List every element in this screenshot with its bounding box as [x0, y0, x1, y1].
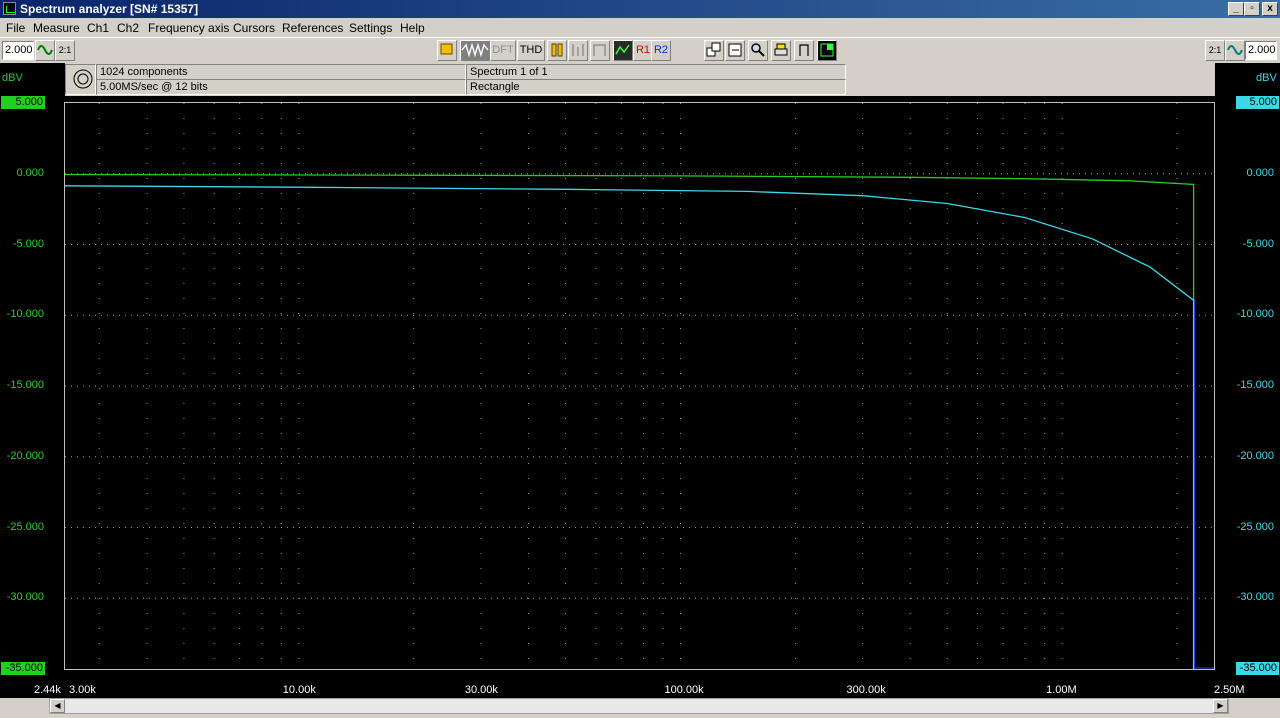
y-tick-right: 5.000 [1236, 96, 1279, 109]
scope-icon [615, 44, 630, 55]
sine-wave-icon [1227, 45, 1243, 55]
export-button[interactable] [725, 40, 745, 61]
x-tick-label: 2.44k [34, 684, 61, 696]
y-tick-right: -20.000 [1236, 449, 1274, 462]
y-tick-right: -15.000 [1236, 379, 1274, 391]
x-tick-label: 10.00k [282, 684, 316, 696]
close-button[interactable]: x [1262, 2, 1278, 16]
sample-rate-label: 5.00MS/sec @ 12 bits [96, 79, 466, 95]
right-unit-label: dBV [1256, 72, 1277, 84]
x-tick-label: 30.00k [464, 684, 498, 696]
x-axis-panel [0, 676, 1280, 698]
copy-icon [706, 42, 721, 57]
title-bar: Spectrum analyzer [SN# 15357] _ ▫ x [0, 0, 1280, 18]
waveform-icon [461, 42, 489, 58]
y-tick-left: -35.000 [1, 662, 45, 675]
copy-button[interactable] [704, 40, 724, 61]
single-button[interactable] [568, 40, 588, 61]
y-tick-right: -25.000 [1236, 520, 1274, 533]
x-tick-label: 2.50M [1214, 684, 1245, 696]
dft-button[interactable]: DFT [490, 40, 516, 61]
instrument-icon [820, 43, 834, 57]
y-tick-right: -30.000 [1236, 591, 1274, 604]
x-tick-label: 100.00k [664, 684, 704, 696]
magnifier-icon [751, 43, 765, 57]
left-axis-panel [0, 63, 65, 673]
spectrum-index-label: Spectrum 1 of 1 [466, 64, 846, 80]
trigger-button[interactable] [590, 40, 610, 61]
x-tick-label: 1.00M [1046, 684, 1077, 696]
y-tick-right: 0.000 [1246, 166, 1274, 179]
series-line-1 [64, 173, 1195, 669]
bottom-border [0, 714, 1280, 718]
y-tick-right: -10.000 [1236, 308, 1274, 321]
ch1-ratio-button[interactable]: 2:1 [55, 40, 75, 61]
single-shot-icon [572, 44, 584, 56]
components-label: 1024 components [96, 64, 466, 80]
reference-2-button[interactable]: R2 [651, 40, 671, 61]
ch2-scale-value[interactable]: 2.000 [1245, 41, 1277, 60]
auto-icon [440, 43, 453, 55]
scope-button[interactable] [613, 40, 633, 61]
target-icon [73, 69, 93, 89]
left-unit-label: dBV [2, 72, 23, 84]
menu-bar: File Measure Ch1 Ch2 Frequency axis Curs… [0, 18, 1280, 38]
scroll-left-arrow-icon[interactable]: ◀ [50, 699, 65, 713]
thd-button[interactable]: THD [517, 40, 545, 61]
y-tick-left: -20.000 [6, 449, 44, 462]
menu-ch1[interactable]: Ch1 [87, 21, 109, 35]
menu-help[interactable]: Help [400, 21, 425, 35]
autoset-button[interactable] [437, 40, 457, 61]
pause-button[interactable] [547, 40, 567, 61]
trigger-icon [593, 44, 606, 56]
record-button[interactable] [65, 64, 96, 95]
minimize-button[interactable]: _ [1228, 2, 1244, 16]
ch2-coupling-button[interactable] [1225, 40, 1245, 61]
reference-1-button[interactable]: R1 [633, 40, 653, 61]
info-bar: 1024 components 5.00MS/sec @ 12 bits Spe… [65, 63, 1215, 96]
peak-icon [799, 44, 809, 56]
y-tick-left: -10.000 [6, 308, 44, 321]
menu-references[interactable]: References [282, 21, 343, 35]
export-icon [728, 43, 742, 57]
menu-settings[interactable]: Settings [349, 21, 392, 35]
zoom-button[interactable] [748, 40, 768, 61]
y-tick-left: 0.000 [16, 166, 44, 179]
ch1-coupling-button[interactable] [35, 40, 55, 61]
menu-frequency-axis[interactable]: Frequency axis [148, 21, 229, 35]
print-button[interactable] [771, 40, 791, 61]
scroll-right-arrow-icon[interactable]: ▶ [1213, 699, 1228, 713]
menu-measure[interactable]: Measure [33, 21, 80, 35]
horizontal-scrollbar[interactable]: ◀ ▶ [49, 698, 1229, 714]
sine-wave-icon [37, 45, 53, 55]
window-type-label: Rectangle [466, 79, 846, 95]
toolbar: 2.000 2:1 DFT THD R1 R2 2:1 2.000 [0, 38, 1280, 63]
ch2-ratio-button[interactable]: 2:1 [1205, 40, 1225, 61]
y-tick-left: -5.000 [12, 237, 44, 250]
signal-button[interactable] [460, 40, 490, 61]
menu-cursors[interactable]: Cursors [233, 21, 275, 35]
app-icon [3, 2, 16, 15]
instrument-button[interactable] [817, 40, 837, 61]
y-tick-right: -5.000 [1242, 237, 1274, 250]
menu-ch2[interactable]: Ch2 [117, 21, 139, 35]
y-tick-right: -35.000 [1236, 662, 1279, 675]
peak-button[interactable] [794, 40, 814, 61]
spectrum-chart [64, 103, 1214, 669]
window-title: Spectrum analyzer [SN# 15357] [20, 2, 199, 16]
spectrum-plot[interactable] [64, 102, 1215, 670]
right-axis-panel [1215, 63, 1280, 673]
restore-button[interactable]: ▫ [1244, 2, 1260, 16]
y-tick-left: 5.000 [1, 96, 45, 109]
printer-icon [774, 43, 788, 56]
ch1-scale-value[interactable]: 2.000 [2, 41, 34, 60]
y-tick-left: -30.000 [6, 591, 44, 604]
x-tick-label: 300.00k [846, 684, 886, 696]
menu-file[interactable]: File [6, 21, 25, 35]
pause-icon [551, 43, 563, 57]
y-tick-left: -25.000 [6, 520, 44, 533]
y-tick-left: -15.000 [6, 379, 44, 391]
x-tick-label: 3.00k [69, 684, 96, 696]
series-line-2 [64, 185, 1195, 669]
